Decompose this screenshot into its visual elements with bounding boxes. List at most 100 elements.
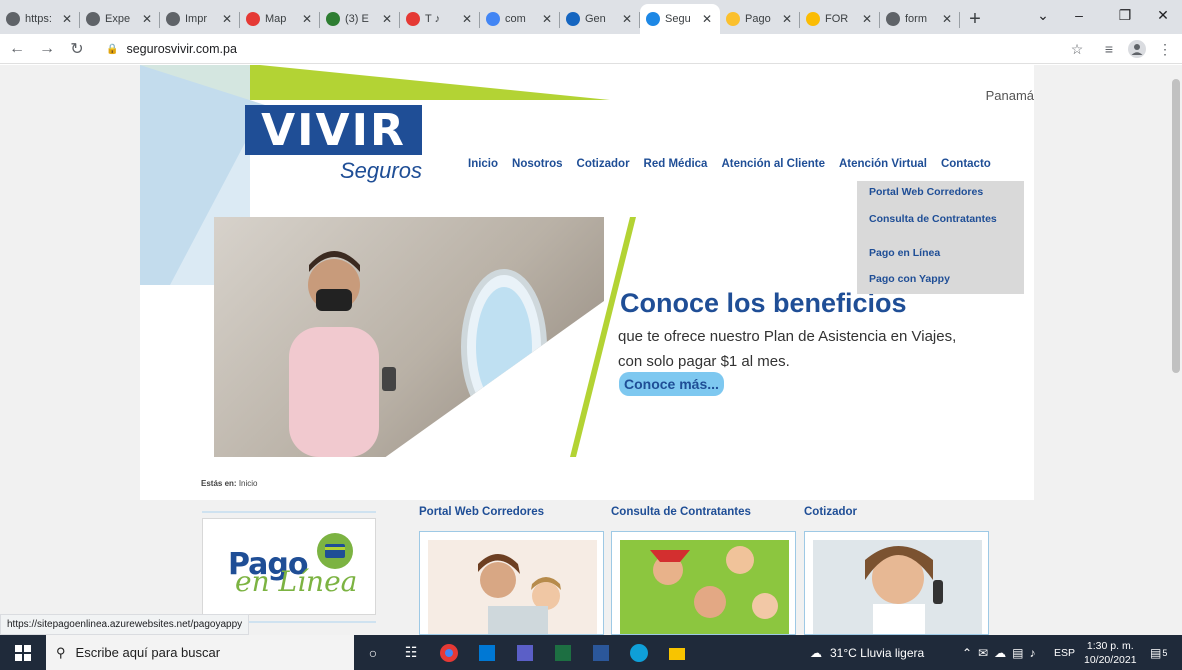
nav-item[interactable]: Inicio (468, 158, 498, 170)
card-portal-corredores[interactable] (419, 531, 604, 635)
taskbar-search-placeholder: Escribe aquí para buscar (75, 645, 221, 660)
word-icon[interactable] (582, 635, 620, 670)
card-cotizador[interactable] (804, 531, 989, 635)
profile-avatar-icon[interactable] (1126, 38, 1148, 60)
taskbar-search[interactable]: ⚲ Escribe aquí para buscar (46, 635, 354, 670)
edge-icon[interactable] (620, 635, 658, 670)
outlook-icon[interactable] (468, 635, 506, 670)
browser-menu-icon[interactable]: ⋮ (1154, 38, 1176, 60)
tab-title: Map (265, 13, 287, 25)
browser-tab[interactable]: Pago ✕ (720, 4, 800, 34)
tab-close-icon[interactable]: ✕ (140, 12, 154, 26)
nav-item[interactable]: Atención Virtual (839, 158, 927, 170)
network-icon[interactable]: ▤ (1012, 646, 1023, 660)
browser-tab[interactable]: Impr ✕ (160, 4, 240, 34)
teams-icon[interactable] (506, 635, 544, 670)
notifications-button[interactable]: ▤ 5 (1150, 635, 1167, 670)
tab-title: https: (25, 13, 52, 25)
browser-tab[interactable]: form ✕ (880, 4, 960, 34)
tab-favicon-icon (726, 12, 740, 26)
browser-toolbar: ← → ↻ 🔒 segurosvivir.com.pa ☆ ≡ ⋮ (0, 34, 1182, 64)
dropdown-item[interactable]: Portal Web Corredores (869, 187, 1019, 198)
tab-favicon-icon (326, 12, 340, 26)
browser-tab[interactable]: FOR ✕ (800, 4, 880, 34)
tab-close-icon[interactable]: ✕ (300, 12, 314, 26)
weather-icon: ☁ (810, 645, 822, 660)
breadcrumb: Estás en: Inicio (201, 479, 258, 488)
tab-close-icon[interactable]: ✕ (700, 12, 714, 26)
weather-text: 31°C Lluvia ligera (830, 645, 925, 660)
browser-tab[interactable]: com ✕ (480, 4, 560, 34)
main-nav: Inicio Nosotros Cotizador Red Médica Atenció… (468, 158, 991, 170)
country-selector[interactable]: Panamá (986, 88, 1034, 103)
tab-close-icon[interactable]: ✕ (540, 12, 554, 26)
tab-close-icon[interactable]: ✕ (860, 12, 874, 26)
tab-title: Expe (105, 13, 131, 25)
address-bar[interactable]: 🔒 segurosvivir.com.pa (96, 37, 1062, 61)
dropdown-item[interactable]: Pago con Yappy (869, 274, 1019, 285)
dropdown-item[interactable]: Consulta de Contratantes (869, 214, 1019, 225)
nav-item[interactable]: Contacto (941, 158, 991, 170)
onedrive-icon[interactable]: ☁ (994, 646, 1006, 660)
browser-tab[interactable]: https: ✕ (0, 4, 80, 34)
browser-tab[interactable]: Segu ✕ (640, 4, 720, 34)
forward-icon[interactable]: → (34, 36, 60, 62)
weather-widget[interactable]: ☁ 31°C Lluvia ligera (810, 635, 924, 670)
nav-item[interactable]: Red Médica (644, 158, 708, 170)
browser-tab[interactable]: (3) E ✕ (320, 4, 400, 34)
tab-close-icon[interactable]: ✕ (380, 12, 394, 26)
excel-icon[interactable] (544, 635, 582, 670)
tab-close-icon[interactable]: ✕ (940, 12, 954, 26)
bookmark-star-icon[interactable]: ☆ (1066, 38, 1088, 60)
scrollbar-thumb[interactable] (1172, 79, 1180, 373)
back-icon[interactable]: ← (4, 36, 30, 62)
browser-tab[interactable]: T ♪ ✕ (400, 4, 480, 34)
nav-item[interactable]: Cotizador (577, 158, 630, 170)
card-image-consulta (620, 540, 789, 634)
site-logo[interactable]: VIVIR (245, 105, 422, 156)
nav-item[interactable]: Nosotros (512, 158, 562, 170)
reload-icon[interactable]: ↻ (64, 36, 90, 62)
clock[interactable]: 1:30 p. m. 10/20/2021 (1084, 635, 1137, 670)
tab-separator (959, 12, 960, 28)
file-explorer-icon[interactable] (658, 635, 696, 670)
atencion-virtual-dropdown: Portal Web Corredores Consulta de Contrat… (857, 181, 1024, 294)
card-consulta-contratantes[interactable] (611, 531, 796, 635)
tab-close-icon[interactable]: ✕ (460, 12, 474, 26)
nav-item[interactable]: Atención al Cliente (721, 158, 825, 170)
breadcrumb-current[interactable]: Inicio (239, 479, 258, 488)
hero-cta-button[interactable]: Conoce más... (619, 372, 724, 396)
task-view-icon[interactable]: ☷ (392, 635, 430, 670)
tab-close-icon[interactable]: ✕ (60, 12, 74, 26)
browser-tab[interactable]: Gen ✕ (560, 4, 640, 34)
start-button[interactable] (0, 635, 46, 670)
windows-taskbar: ⚲ Escribe aquí para buscar ○ ☷ ☁ 31°C Ll… (0, 635, 1182, 670)
breadcrumb-label: Estás en: (201, 479, 237, 488)
column-title-cotizador[interactable]: Cotizador (804, 506, 857, 518)
dropdown-item[interactable]: Pago en Línea (869, 248, 1019, 259)
reading-list-icon[interactable]: ≡ (1098, 38, 1120, 60)
tab-close-icon[interactable]: ✕ (620, 12, 634, 26)
column-title-consulta[interactable]: Consulta de Contratantes (611, 506, 751, 518)
tab-close-icon[interactable]: ✕ (220, 12, 234, 26)
mail-icon[interactable]: ✉ (978, 646, 988, 660)
chrome-icon[interactable] (430, 635, 468, 670)
show-hidden-icons-icon[interactable]: ⌃ (962, 646, 972, 660)
new-tab-button[interactable]: + (960, 4, 990, 34)
clock-time: 1:30 p. m. (1086, 639, 1134, 652)
card-image-portal (428, 540, 597, 634)
volume-icon[interactable]: ♪ (1029, 646, 1035, 660)
tab-favicon-icon (566, 12, 580, 26)
browser-tab[interactable]: Map ✕ (240, 4, 320, 34)
tab-title: (3) E (345, 13, 369, 25)
site-logo-subtitle: Seguros (340, 158, 422, 183)
column-title-portal[interactable]: Portal Web Corredores (419, 506, 544, 518)
tab-close-icon[interactable]: ✕ (780, 12, 794, 26)
pago-en-linea-banner[interactable]: Pago en Línea (202, 518, 376, 615)
browser-tab[interactable]: Expe ✕ (80, 4, 160, 34)
page-scrollbar[interactable] (1170, 65, 1182, 635)
cortana-icon[interactable]: ○ (354, 635, 392, 670)
language-indicator[interactable]: ESP (1054, 635, 1075, 670)
minimize-button[interactable]: – (1056, 0, 1102, 30)
close-window-button[interactable]: ✕ (1140, 0, 1182, 30)
